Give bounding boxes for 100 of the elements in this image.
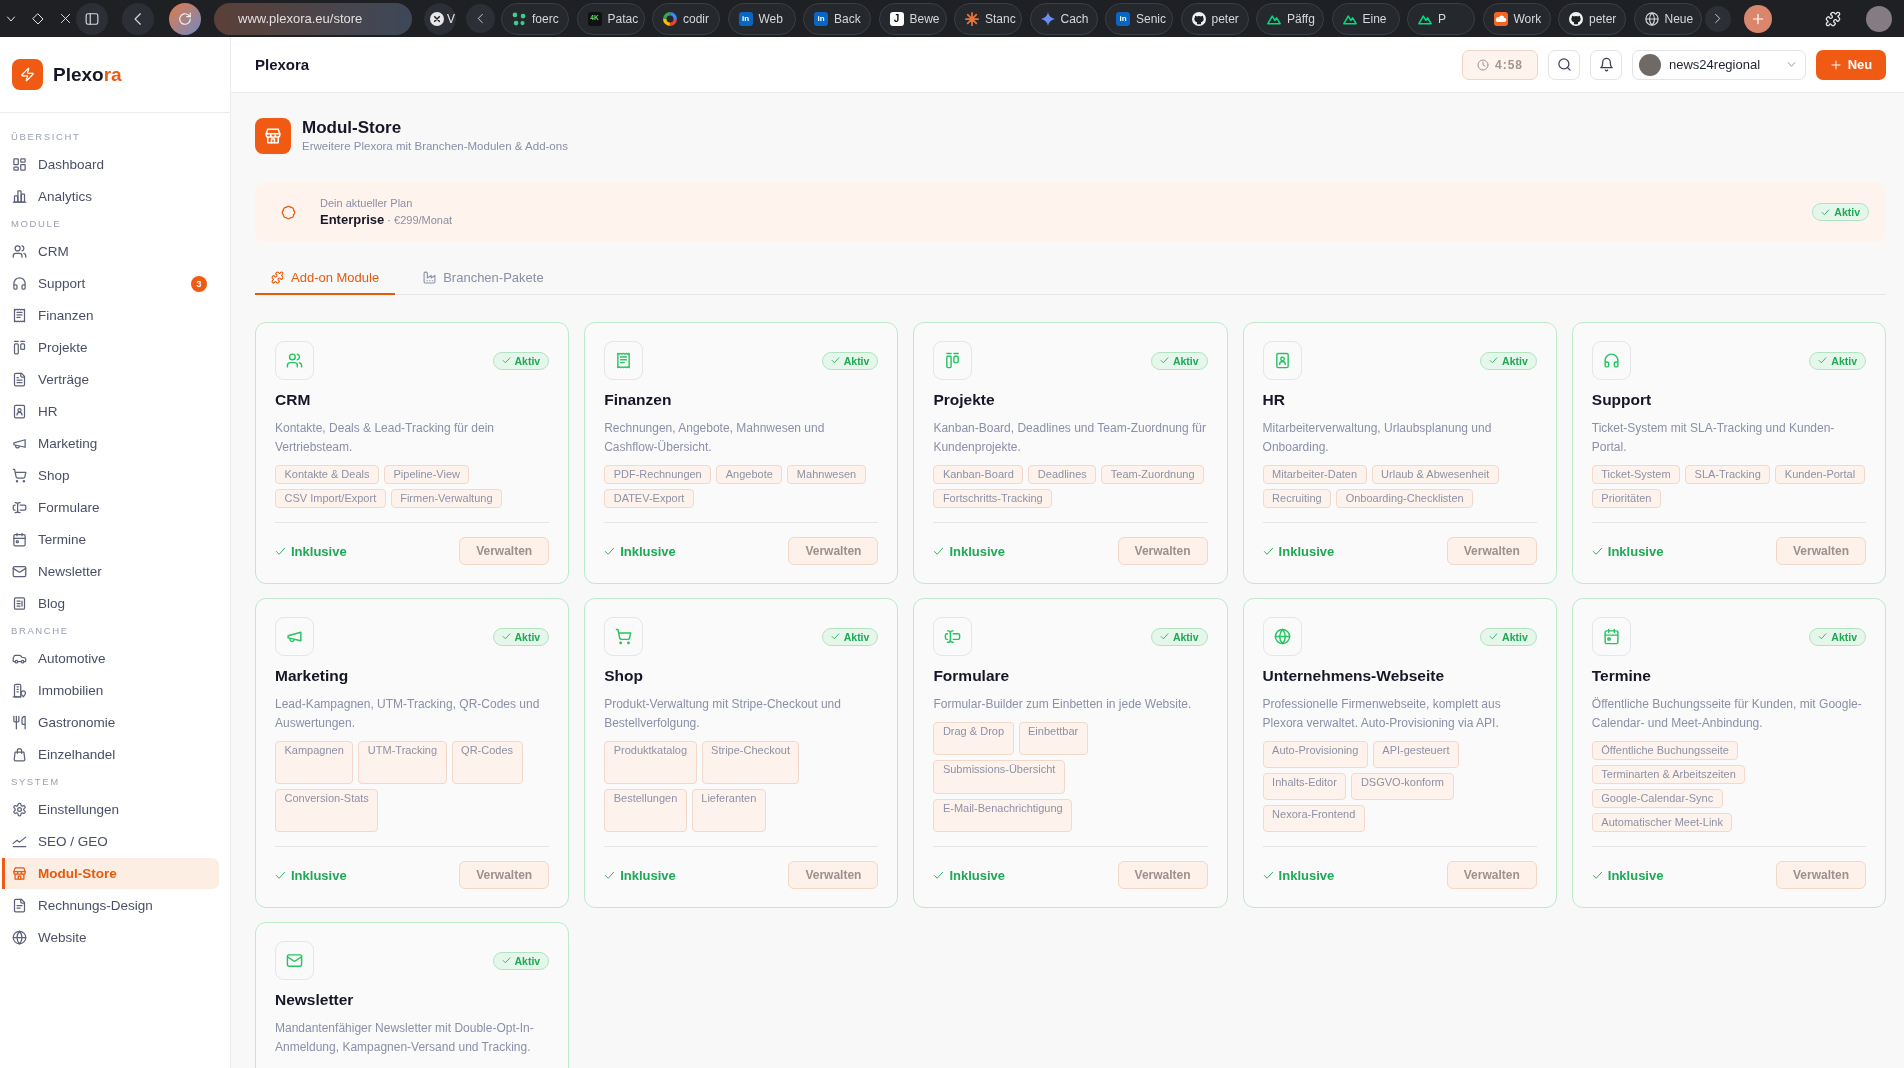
factory-icon — [423, 271, 437, 284]
sidebar-item[interactable]: Support 3 — [2, 268, 219, 299]
feature-tag: Produktkatalog — [604, 741, 697, 784]
feature-tag: Prioritäten — [1591, 489, 1661, 508]
sidebar-item[interactable]: Blog — [2, 588, 219, 619]
avatar[interactable] — [1865, 5, 1892, 32]
check-icon — [1262, 545, 1274, 557]
megaphone-icon — [275, 617, 314, 656]
check-icon — [1818, 356, 1828, 365]
chevron-left-icon — [475, 13, 486, 24]
sidebar-item[interactable]: Einzelhandel — [2, 739, 219, 770]
notifications-button[interactable] — [1590, 49, 1622, 80]
sidebar-item[interactable]: Immobilien — [2, 675, 219, 706]
feature-tag: UTM-Tracking — [358, 741, 447, 784]
feature-tag: Stripe-Checkout — [701, 741, 800, 784]
check-icon — [830, 356, 840, 365]
browser-tab[interactable]: in Web — [727, 2, 796, 35]
browser-tab[interactable]: J Bewe — [878, 2, 947, 35]
bell-icon — [1598, 57, 1614, 72]
feature-tag: Drag & Drop — [933, 722, 1014, 756]
browser-tab[interactable]: P — [1407, 2, 1475, 35]
building-icon — [12, 683, 27, 698]
feature-tag: Kunden-Portal — [1775, 465, 1865, 484]
module-description: Kanban-Board, Deadlines und Team-Zuordnung für Kundenprojekte. — [933, 420, 1207, 456]
round-logo-icon — [1569, 11, 1583, 26]
sidebar-toggle-button[interactable] — [76, 2, 108, 35]
module-title: Unternehmens-Webseite — [1262, 667, 1446, 685]
browser-tab[interactable]: Päffg — [1256, 2, 1324, 35]
puzzle-icon — [271, 271, 284, 284]
sidebar-item[interactable]: Marketing — [2, 428, 219, 459]
users-icon — [275, 341, 314, 380]
globe-icon — [12, 930, 27, 945]
line-chart-icon — [12, 834, 27, 849]
headset-icon — [1591, 341, 1631, 380]
check-icon — [1159, 356, 1169, 365]
browser-tab[interactable]: Work — [1482, 2, 1551, 35]
sidebar-item[interactable]: CRM — [2, 236, 219, 267]
sidebar-item[interactable]: Website — [2, 922, 219, 953]
module-description: Rechnungen, Angebote, Mahnwesen und Cashflow-Übersicht. — [604, 420, 826, 456]
user-menu[interactable]: news24regional — [1632, 49, 1806, 80]
browser-tab[interactable]: Cach — [1029, 2, 1098, 35]
section-label: ÜBERSICHT — [10, 130, 82, 144]
sidebar-item[interactable]: Gastronomie — [2, 707, 219, 738]
sidebar-item[interactable]: Automotive — [2, 643, 219, 674]
check-icon — [933, 545, 945, 557]
feature-tag: Pipeline-View — [384, 465, 470, 484]
store-icon — [12, 866, 27, 881]
feature-tag: CSV Import/Export — [275, 489, 386, 508]
feature-tag: Öffentliche Buchungsseite — [1591, 741, 1739, 760]
feature-tag: Conversion-Stats — [275, 789, 379, 832]
sidebar-item[interactable]: Termine — [2, 524, 219, 555]
reload-button[interactable] — [169, 2, 201, 35]
browser-tab[interactable]: V — [424, 2, 456, 35]
sidebar-item[interactable]: Dashboard — [2, 149, 219, 180]
browser-tab[interactable]: codir — [652, 2, 720, 35]
sidebar-item[interactable]: Rechnungs-Design — [2, 890, 219, 921]
included-label: Inklusive — [1607, 867, 1664, 883]
sidebar-item[interactable]: SEO / GEO — [2, 826, 219, 857]
back-button[interactable] — [122, 2, 154, 35]
browser-tab[interactable]: Eine — [1331, 2, 1400, 35]
feature-tag: Firmen-Verwaltung — [390, 489, 503, 508]
browser-tab[interactable]: Neue — [1633, 2, 1702, 35]
sidebar-item[interactable]: Einstellungen — [2, 794, 219, 825]
new-tab-button[interactable] — [1743, 4, 1772, 33]
sidebar-item[interactable]: HR — [2, 396, 219, 427]
module-title: CRM — [275, 391, 312, 409]
cart-icon — [12, 468, 27, 483]
feature-tag: Deadlines — [1028, 465, 1097, 484]
browser-tab[interactable]: foerc — [501, 2, 569, 35]
search-button[interactable] — [1548, 49, 1580, 80]
sidebar-item[interactable]: Finanzen — [2, 300, 219, 331]
sidebar-item[interactable]: Analytics — [2, 181, 219, 212]
check-icon — [1489, 356, 1499, 365]
browser-tab[interactable]: in Senic — [1105, 2, 1173, 35]
module-title: HR — [1262, 391, 1286, 409]
settings-icon — [12, 802, 27, 817]
feature-tag: Kontakte & Deals — [275, 465, 379, 484]
included-label: Inklusive — [620, 867, 676, 883]
sidebar-item[interactable]: Projekte — [2, 332, 219, 363]
browser-tab[interactable]: in Back — [803, 2, 871, 35]
close-icon[interactable] — [60, 13, 71, 24]
plus-icon — [1829, 58, 1842, 71]
module-title: Termine — [1591, 667, 1652, 685]
check-icon — [1821, 207, 1831, 217]
receipt-icon — [12, 308, 27, 323]
sidebar-item[interactable]: Shop — [2, 460, 219, 491]
diamond-icon[interactable] — [32, 12, 44, 25]
puzzle-icon[interactable] — [1824, 10, 1841, 27]
bar-chart-icon — [12, 189, 27, 204]
receipt-icon — [604, 341, 644, 380]
browser-tab[interactable]: peter — [1558, 2, 1626, 35]
sidebar-item[interactable]: Verträge — [2, 364, 219, 395]
browser-tab[interactable]: peter — [1180, 2, 1249, 35]
feature-tag: DATEV-Export — [604, 489, 694, 508]
browser-tab[interactable]: Stanc — [954, 2, 1022, 35]
check-icon — [1818, 632, 1828, 641]
sidebar-item[interactable]: Newsletter — [2, 556, 219, 587]
address-bar[interactable]: www.plexora.eu/store — [214, 2, 412, 35]
check-icon — [604, 545, 616, 557]
sidebar-item[interactable]: Formulare — [2, 492, 219, 523]
